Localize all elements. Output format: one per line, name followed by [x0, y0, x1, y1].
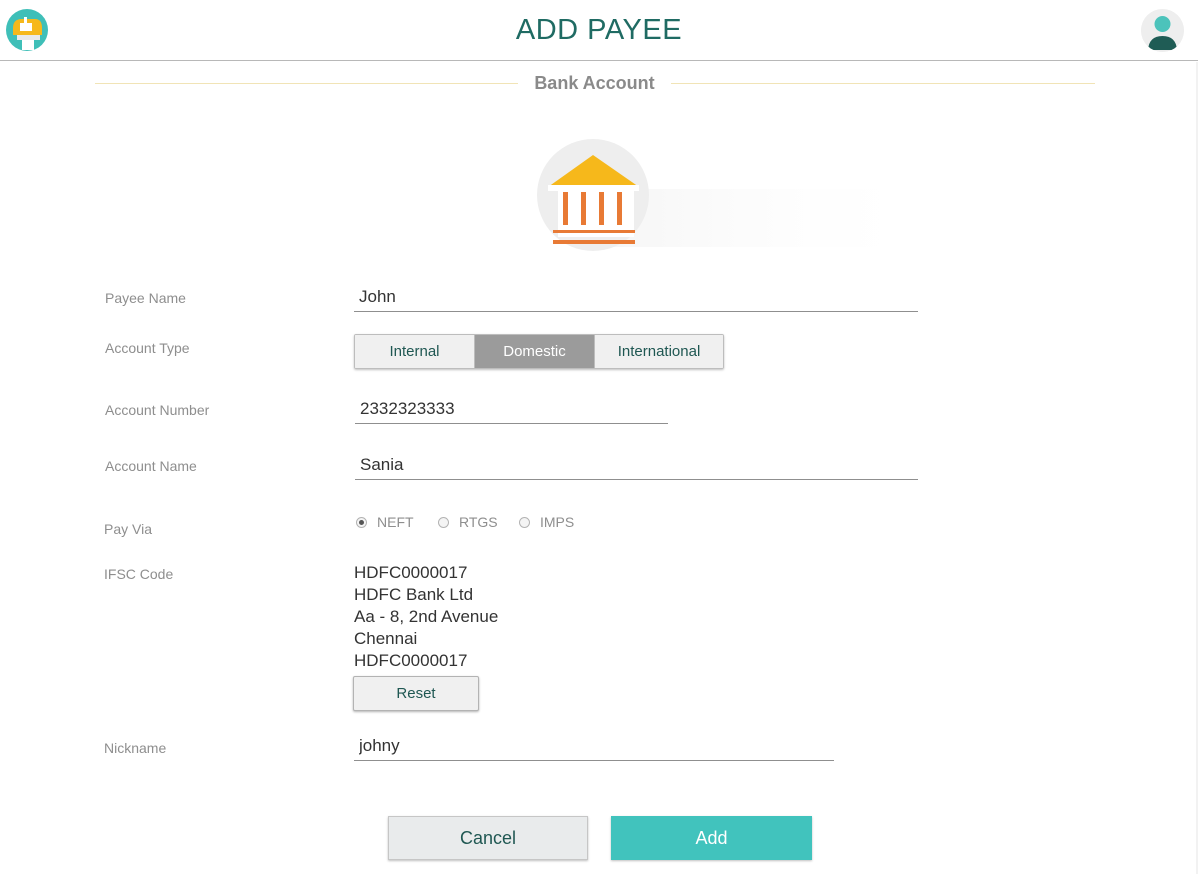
radio-unchecked-icon: [519, 516, 530, 528]
bank-address: Aa - 8, 2nd Avenue: [354, 607, 499, 626]
pay-via-rtgs-radio[interactable]: RTGS: [438, 514, 498, 530]
payee-name-input[interactable]: [354, 282, 918, 312]
divider-line-left: [95, 83, 518, 84]
ifsc-code: HDFC0000017: [354, 563, 468, 582]
add-button[interactable]: Add: [611, 816, 812, 860]
ifsc-label: IFSC Code: [104, 566, 174, 582]
pay-via-neft-label: NEFT: [377, 514, 414, 530]
account-type-label: Account Type: [105, 340, 190, 356]
account-number-label: Account Number: [105, 402, 210, 418]
account-type-internal[interactable]: Internal: [355, 335, 475, 368]
account-type-domestic[interactable]: Domestic: [475, 335, 595, 368]
ifsc-code-repeat: HDFC0000017: [354, 651, 468, 670]
account-number-input[interactable]: [355, 394, 668, 424]
divider-line-right: [671, 83, 1095, 84]
pay-via-neft-radio[interactable]: NEFT: [356, 514, 414, 530]
account-type-international[interactable]: International: [595, 335, 723, 368]
app-header: ADD PAYEE: [0, 0, 1198, 61]
section-title: Bank Account: [534, 73, 655, 93]
bank-name: HDFC Bank Ltd: [354, 585, 474, 604]
nickname-label: Nickname: [104, 740, 167, 756]
account-name-label: Account Name: [105, 458, 197, 474]
pay-via-label: Pay Via: [104, 521, 152, 537]
user-avatar-icon[interactable]: [1141, 9, 1184, 52]
reset-button[interactable]: Reset: [353, 676, 479, 711]
cancel-button[interactable]: Cancel: [388, 816, 588, 860]
ifsc-details: HDFC0000017 HDFC Bank Ltd Aa - 8, 2nd Av…: [354, 562, 498, 672]
pay-via-rtgs-label: RTGS: [459, 514, 498, 530]
payee-name-label: Payee Name: [105, 290, 186, 306]
page-title: ADD PAYEE: [515, 14, 683, 46]
bank-icon: [536, 139, 936, 254]
pay-via-imps-label: IMPS: [540, 514, 575, 530]
radio-unchecked-icon: [438, 516, 449, 528]
nickname-input[interactable]: [354, 731, 834, 761]
account-type-toggle: Internal Domestic International: [354, 334, 724, 369]
account-name-input[interactable]: [355, 450, 918, 480]
bank-city: Chennai: [354, 629, 418, 648]
pay-via-imps-radio[interactable]: IMPS: [519, 514, 574, 530]
section-divider: Bank Account: [95, 70, 1095, 98]
radio-checked-icon: [356, 516, 367, 528]
